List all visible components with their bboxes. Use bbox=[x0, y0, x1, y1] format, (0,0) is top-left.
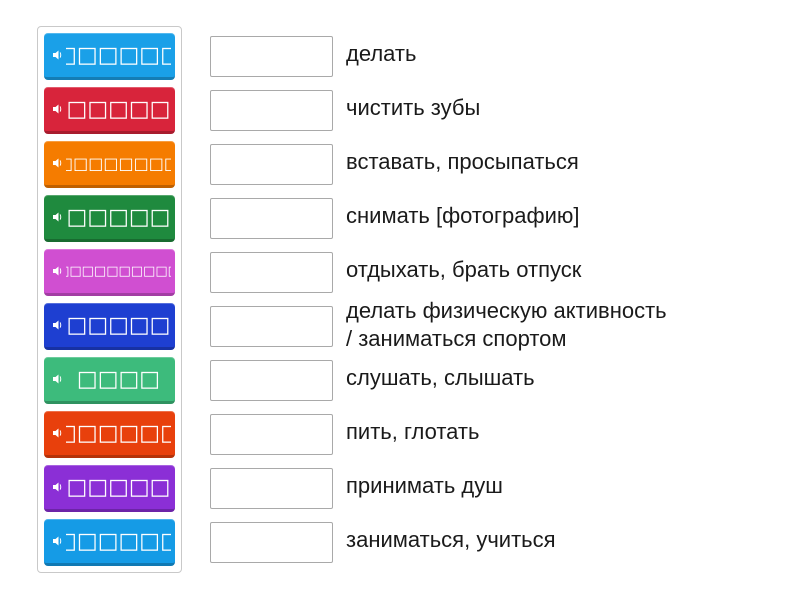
speaker-icon[interactable] bbox=[52, 481, 64, 493]
answer-tile-3[interactable]: □□□□□□□□□□ bbox=[44, 141, 175, 188]
clue-text-7: слушать, слышать bbox=[346, 364, 786, 392]
answer-tile-10[interactable]: □□□□□□ bbox=[44, 519, 175, 566]
speaker-icon[interactable] bbox=[52, 265, 64, 277]
clue-line: принимать душ bbox=[346, 473, 503, 498]
clue-text-9: принимать душ bbox=[346, 472, 786, 500]
clue-line: слушать, слышать bbox=[346, 365, 535, 390]
drop-slot-5[interactable] bbox=[210, 252, 333, 293]
drop-slot-6[interactable] bbox=[210, 306, 333, 347]
answer-tile-1[interactable]: □□□□□□□□ bbox=[44, 33, 175, 80]
tile-label: □□□□ bbox=[76, 366, 161, 392]
clue-text-4: снимать [фотографию] bbox=[346, 202, 786, 230]
answer-tile-8[interactable]: □□□□□□□□ bbox=[44, 411, 175, 458]
clue-line: пить, глотать bbox=[346, 419, 480, 444]
clue-line: чистить зубы bbox=[346, 95, 481, 120]
clue-line: заниматься, учиться bbox=[346, 527, 556, 552]
tile-label: □□□□□□□□□ bbox=[66, 474, 171, 500]
tile-label: □□□□□□□□ bbox=[66, 420, 171, 446]
speaker-icon[interactable] bbox=[52, 535, 64, 547]
answer-tile-2[interactable]: □□□□□ bbox=[44, 87, 175, 134]
answer-tile-4[interactable]: □□□□□ bbox=[44, 195, 175, 242]
drop-slot-8[interactable] bbox=[210, 414, 333, 455]
drop-slot-4[interactable] bbox=[210, 198, 333, 239]
drop-slot-2[interactable] bbox=[210, 90, 333, 131]
clue-line: делать физическую активность bbox=[346, 298, 667, 323]
drop-slot-10[interactable] bbox=[210, 522, 333, 563]
match-activity: □□□□□□ □□ □□□ □□ □□□□ □□□□□ □ □□□□□ □□ □□□□□ □… bbox=[0, 0, 800, 600]
clue-text-10: заниматься, учиться bbox=[346, 526, 786, 554]
drop-slot-7[interactable] bbox=[210, 360, 333, 401]
answer-tile-5[interactable]: □□□□□□□□□□□□□□ bbox=[44, 249, 175, 296]
clue-text-5: отдыхать, брать отпуск bbox=[346, 256, 786, 284]
clue-line: отдыхать, брать отпуск bbox=[346, 257, 582, 282]
clue-text-1: делать bbox=[346, 40, 786, 68]
tile-label: □□□□□□□□□□□□□□ bbox=[66, 263, 171, 279]
speaker-icon[interactable] bbox=[52, 103, 64, 115]
answer-tile-7[interactable]: □□□□ bbox=[44, 357, 175, 404]
tile-label: □□□□□□ bbox=[66, 528, 171, 554]
answer-tile-9[interactable]: □□□□□□□□□ bbox=[44, 465, 175, 512]
answer-tile-6[interactable]: □□□□□ bbox=[44, 303, 175, 350]
clue-line: делать bbox=[346, 41, 417, 66]
clue-text-3: вставать, просыпаться bbox=[346, 148, 786, 176]
tile-bank: □□□□□□ □□ □□□ □□ □□□□ □□□□□ □ □□□□□ □□ □□□□□ □… bbox=[37, 26, 182, 573]
speaker-icon[interactable] bbox=[52, 157, 64, 169]
clue-line: снимать [фотографию] bbox=[346, 203, 580, 228]
drop-slot-9[interactable] bbox=[210, 468, 333, 509]
tile-label: □□□□□ bbox=[66, 96, 171, 122]
speaker-icon[interactable] bbox=[52, 211, 64, 223]
tile-label: □□□□□□□□ bbox=[66, 42, 171, 68]
clue-line: / заниматься спортом bbox=[346, 326, 567, 351]
speaker-icon[interactable] bbox=[52, 49, 64, 61]
speaker-icon[interactable] bbox=[52, 319, 64, 331]
tile-label: □□□□□ bbox=[66, 204, 171, 230]
clue-text-8: пить, глотать bbox=[346, 418, 786, 446]
clue-text-2: чистить зубы bbox=[346, 94, 786, 122]
speaker-icon[interactable] bbox=[52, 373, 64, 385]
clue-line: вставать, просыпаться bbox=[346, 149, 579, 174]
speaker-icon[interactable] bbox=[52, 427, 64, 439]
drop-slot-1[interactable] bbox=[210, 36, 333, 77]
tile-label: □□□□□□□□□□ bbox=[66, 153, 171, 173]
drop-slot-3[interactable] bbox=[210, 144, 333, 185]
clue-text-6: делать физическую активность / заниматьс… bbox=[346, 297, 786, 353]
tile-label: □□□□□ bbox=[66, 312, 171, 338]
